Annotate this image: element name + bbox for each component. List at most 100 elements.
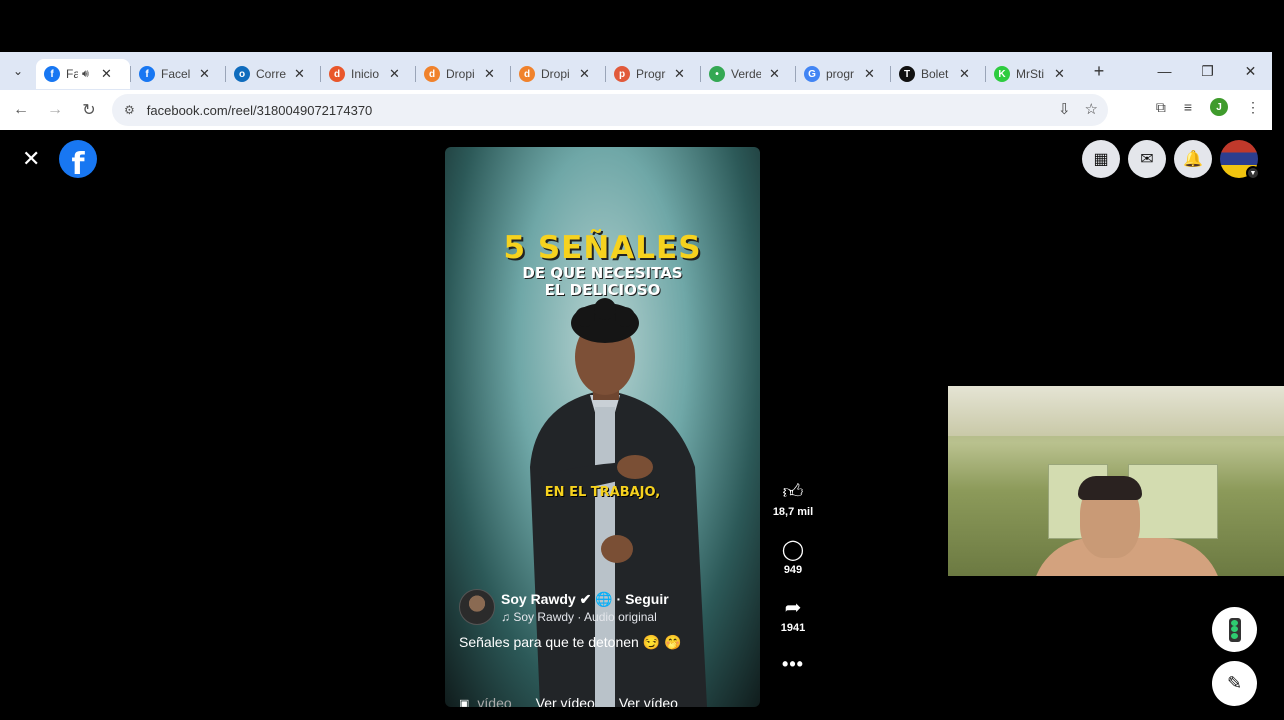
author-name-row: Soy Rawdy ✔ 🌐 · Seguir: [501, 591, 669, 608]
forward-button[interactable]: →: [38, 101, 72, 119]
profile-avatar[interactable]: J: [1210, 98, 1228, 116]
minimize-button[interactable]: —: [1143, 63, 1186, 79]
install-app-icon[interactable]: ⇩: [1058, 100, 1071, 118]
tab-search-dropdown[interactable]: ⌄: [0, 52, 36, 90]
video-badge-icon: ▣: [459, 697, 470, 708]
facebook-top-icons: ▦ ✉ 🔔 ▼: [1082, 140, 1260, 180]
reload-button[interactable]: ↻: [72, 100, 106, 120]
edit-compose-icon: ✎: [1226, 673, 1243, 693]
comment-bubble-icon: ◯: [781, 539, 805, 561]
close-tab-icon[interactable]: ✕: [674, 66, 685, 82]
close-tab-icon[interactable]: ✕: [389, 66, 400, 82]
music-note-icon: ♫: [501, 609, 514, 624]
close-tab-icon[interactable]: ✕: [199, 66, 210, 82]
author-name[interactable]: Soy Rawdy: [501, 591, 576, 607]
browser-tab[interactable]: f Facel ✕: [131, 59, 225, 89]
comment-action[interactable]: ◯ 949: [782, 538, 804, 576]
browser-tab[interactable]: d Dropi ✕: [416, 59, 510, 89]
browser-tab[interactable]: T Bolet ✕: [891, 59, 985, 89]
reel-subheadline-line-1: DE QUE NECESITAS: [522, 264, 683, 282]
t-logo-icon: T: [899, 66, 915, 82]
video-link-1[interactable]: vídeo: [477, 695, 511, 707]
like-count: 18,7 mil: [772, 506, 814, 518]
notifications-bell-icon[interactable]: 🔔: [1174, 140, 1212, 178]
messenger-icon[interactable]: ✉: [1128, 140, 1166, 178]
omnibox-actions: ⇩ ☆: [1058, 100, 1098, 118]
close-tab-icon[interactable]: ✕: [864, 66, 875, 82]
dropi-icon: d: [424, 66, 440, 82]
traffic-light-button[interactable]: [1212, 607, 1257, 652]
browser-tab[interactable]: o Corre ✕: [226, 59, 320, 89]
facebook-logo-icon[interactable]: f: [59, 140, 97, 178]
browser-tabstrip: ⌄ f Fa 🔊︎ ✕ f Facel ✕ o Corre ✕ d Inicio ✕ d Dropi ✕ d Dr…: [0, 52, 1272, 90]
restore-button[interactable]: ❐: [1186, 63, 1229, 80]
toolbar-right: ⧉ ≡ J ⋮: [1156, 98, 1260, 116]
close-tab-icon[interactable]: ✕: [579, 66, 590, 82]
new-tab-button[interactable]: +: [1084, 61, 1114, 82]
tab-title: Corre: [256, 67, 286, 81]
audio-row[interactable]: ♫ Soy Rawdy · Audio original: [501, 610, 669, 624]
video-link-3[interactable]: Ver vídeo: [619, 695, 678, 707]
close-tab-icon[interactable]: ✕: [101, 66, 112, 82]
browser-tab[interactable]: • Verde ✕: [701, 59, 795, 89]
facebook-reel-viewer: ✕ f ▦ ✉ 🔔 ▼ 5 SEÑALES DE QUE NECESITAS E…: [0, 130, 1284, 720]
reel-video[interactable]: 5 SEÑALES DE QUE NECESITAS EL DELICIOSO …: [445, 147, 760, 707]
tab-title: MrSti: [1016, 67, 1044, 81]
bookmark-star-icon[interactable]: ☆: [1085, 100, 1098, 118]
close-tab-icon[interactable]: ✕: [959, 66, 970, 82]
browser-tab[interactable]: d Inicio ✕: [321, 59, 415, 89]
webcam-cabinet-2: [1128, 464, 1218, 539]
thumbs-up-icon: 👍︎: [782, 481, 804, 503]
author-avatar[interactable]: [459, 589, 495, 625]
menu-dots-icon[interactable]: ⋮: [1246, 99, 1260, 116]
webcam-ceiling: [948, 386, 1284, 436]
browser-tab[interactable]: p Progr ✕: [606, 59, 700, 89]
extensions-icon[interactable]: ⧉: [1156, 99, 1166, 116]
tab-list: f Fa 🔊︎ ✕ f Facel ✕ o Corre ✕ d Inicio ✕ d Dropi ✕ d Drop…: [36, 53, 1080, 89]
outlook-icon: o: [234, 66, 250, 82]
browser-tab[interactable]: Gprogr ✕: [796, 59, 890, 89]
browser-tab[interactable]: d Dropi ✕: [511, 59, 605, 89]
video-link-2[interactable]: Ver vídeo: [536, 695, 595, 707]
reel-actions: 👍︎ 18,7 mil ◯ 949 ➦ 1941 •••: [768, 480, 818, 675]
media-control-icon[interactable]: ≡: [1184, 99, 1192, 115]
k-logo-icon: K: [994, 66, 1010, 82]
more-options-icon[interactable]: •••: [782, 654, 804, 675]
url-text[interactable]: facebook.com/reel/3180049072174370: [147, 103, 373, 118]
back-button[interactable]: ←: [4, 101, 38, 119]
new-message-button[interactable]: ✎: [1212, 661, 1257, 706]
dropi-icon: d: [329, 66, 345, 82]
tab-title: Progr: [636, 67, 666, 81]
close-tab-icon[interactable]: ✕: [1054, 66, 1065, 82]
window-controls: — ❐ ✕: [1143, 52, 1272, 90]
progress-icon: p: [614, 66, 630, 82]
tab-title: Verde: [731, 67, 761, 81]
tab-title: Facel: [161, 67, 191, 81]
close-icon[interactable]: ✕: [22, 146, 40, 172]
tab-title: Inicio: [351, 67, 380, 81]
close-tab-icon[interactable]: ✕: [769, 66, 780, 82]
close-tab-icon[interactable]: ✕: [294, 66, 305, 82]
follow-link[interactable]: · Seguir: [617, 591, 669, 607]
close-tab-icon[interactable]: ✕: [484, 66, 495, 82]
browser-toolbar: ← → ↻ ⚙ facebook.com/reel/31800490721743…: [0, 90, 1272, 130]
audio-playing-icon[interactable]: 🔊︎: [82, 68, 89, 81]
share-action[interactable]: ➦ 1941: [781, 596, 805, 634]
menu-grid-icon[interactable]: ▦: [1082, 140, 1120, 178]
reel-bottom-links: ▣ vídeo Ver vídeo Ver vídeo: [459, 695, 678, 707]
comment-count: 949: [783, 564, 803, 576]
share-count: 1941: [780, 622, 806, 634]
like-action[interactable]: 👍︎ 18,7 mil: [773, 480, 813, 518]
verified-badge-icon: ✔ 🌐: [579, 590, 613, 607]
browser-tab[interactable]: f Fa 🔊︎ ✕: [36, 59, 130, 89]
tab-title: Dropi: [541, 67, 570, 81]
screen-top-bar: [0, 0, 1284, 52]
close-window-button[interactable]: ✕: [1229, 63, 1272, 80]
address-bar[interactable]: ⚙ facebook.com/reel/3180049072174370 ⇩ ☆: [112, 94, 1108, 126]
browser-tab[interactable]: K MrSti ✕: [986, 59, 1080, 89]
site-info-icon[interactable]: ⚙: [124, 103, 135, 117]
account-avatar[interactable]: ▼: [1220, 140, 1260, 180]
reel-caption: Señales para que te detonen 😏 🤭: [459, 634, 682, 650]
reel-author: Soy Rawdy ✔ 🌐 · Seguir ♫ Soy Rawdy · Aud…: [459, 589, 669, 625]
tab-title: Bolet: [921, 67, 949, 81]
